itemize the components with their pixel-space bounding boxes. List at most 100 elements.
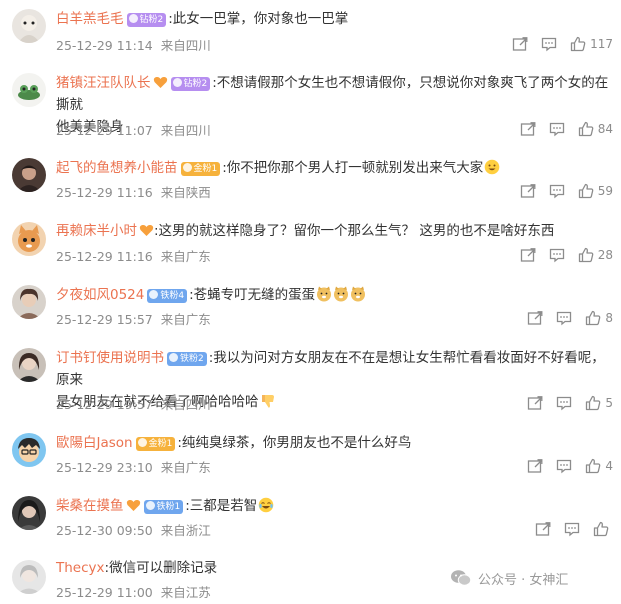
avatar[interactable] xyxy=(12,9,46,43)
comment-actions: 28 xyxy=(507,246,613,264)
share-icon[interactable] xyxy=(527,458,543,474)
share-icon[interactable] xyxy=(520,247,536,263)
username-link[interactable]: 订书钉使用说明书 xyxy=(56,350,164,366)
comment-icon[interactable] xyxy=(541,36,557,52)
username-link[interactable]: 再赖床半小时 xyxy=(56,223,137,239)
doge-emoji-icon xyxy=(351,286,366,302)
comment-icon[interactable] xyxy=(556,310,572,326)
wechat-icon xyxy=(451,570,472,586)
like-icon[interactable] xyxy=(585,458,601,474)
comment-actions: 117 xyxy=(499,35,613,53)
comment-icon[interactable] xyxy=(564,521,580,537)
comment-time: 25-12-29 11:07 xyxy=(56,123,153,138)
comment-text: :苍蝇专叮无缝的蛋蛋 xyxy=(189,287,316,303)
avatar[interactable] xyxy=(12,348,46,382)
comment-icon[interactable] xyxy=(556,458,572,474)
comment-actions: 5 xyxy=(514,394,613,412)
fan-badge: 钻粉2 xyxy=(126,13,167,27)
avatar[interactable] xyxy=(12,222,46,256)
like-count: 28 xyxy=(597,248,613,262)
like-count: 4 xyxy=(605,459,613,473)
comment-meta: 25-12-29 11:14 来自四川 xyxy=(56,35,211,54)
avatar[interactable] xyxy=(12,73,46,107)
comment-time: 25-12-29 11:16 xyxy=(56,185,153,200)
avatar[interactable] xyxy=(12,285,46,319)
comment-text: :微信可以删除记录 xyxy=(104,560,218,576)
username-link[interactable]: 夕夜如风0524 xyxy=(56,287,144,303)
comment-location: 来自广东 xyxy=(160,312,211,327)
medal-icon xyxy=(182,163,192,172)
share-icon[interactable] xyxy=(520,183,536,199)
like-icon[interactable] xyxy=(585,395,601,411)
comment-text: :这男的就这样隐身了？留你一个那么生气？ 这男的也不是啥好东西 xyxy=(154,223,555,239)
diamond-icon xyxy=(172,78,182,87)
comment-meta: 25-12-29 15:57 来自广东 xyxy=(56,309,211,328)
fan-badge: 金粉1 xyxy=(180,162,221,176)
share-icon[interactable] xyxy=(527,395,543,411)
like-count: 84 xyxy=(597,122,613,136)
diamond-icon xyxy=(128,14,138,23)
iron-fan-icon xyxy=(169,353,178,362)
iron-fan-icon xyxy=(145,501,155,510)
comment-icon[interactable] xyxy=(556,395,572,411)
avatar[interactable] xyxy=(12,560,46,594)
share-icon[interactable] xyxy=(520,121,536,137)
username-link[interactable]: Thecyx xyxy=(56,560,105,576)
watermark-text: 公众号 · 女神汇 xyxy=(478,572,569,588)
comment-location: 来自四川 xyxy=(160,123,211,138)
comment-body: 起飞的鱼想养小能苗 金粉1:你不把你那个男人打一顿就别发出来气大家 xyxy=(56,157,611,179)
username-link[interactable]: 白羊羔毛毛 xyxy=(56,11,124,27)
like-icon[interactable] xyxy=(570,36,586,52)
avatar[interactable] xyxy=(12,496,46,530)
comment-location: 来自陕西 xyxy=(160,185,211,200)
like-icon[interactable] xyxy=(578,247,594,263)
like-count: 117 xyxy=(590,37,613,51)
medal-icon xyxy=(137,438,147,447)
comment-meta: 25-12-29 11:16 来自陕西 xyxy=(56,182,211,201)
share-icon[interactable] xyxy=(527,310,543,326)
share-icon[interactable] xyxy=(512,36,528,52)
like-icon[interactable] xyxy=(593,521,609,537)
iron-fan-icon xyxy=(149,290,159,299)
comment-actions: 4 xyxy=(514,457,613,475)
comment-meta: 25-12-29 11:07 来自四川 xyxy=(56,120,211,139)
comment-icon[interactable] xyxy=(549,183,565,199)
comment-location: 来自江苏 xyxy=(160,585,211,600)
like-count: 59 xyxy=(597,184,613,198)
watermark: 公众号 · 女神汇 xyxy=(450,568,568,588)
username-link[interactable]: 歐陽白Jason xyxy=(56,435,133,451)
fan-badge: 金粉1 xyxy=(135,437,176,451)
comment-meta: 25-12-29 11:16 来自广东 xyxy=(56,246,211,265)
avatar[interactable] xyxy=(12,433,46,467)
like-icon[interactable] xyxy=(578,183,594,199)
fan-heart-icon xyxy=(139,224,154,236)
like-icon[interactable] xyxy=(585,310,601,326)
laugh-cry-emoji-icon xyxy=(258,497,274,513)
username-link[interactable]: 起飞的鱼想养小能苗 xyxy=(56,160,178,176)
comment-body: 柴桑在摸鱼 铁粉1:三都是若智 xyxy=(56,495,611,517)
comment-actions: 59 xyxy=(507,182,613,200)
comment-time: 25-12-29 23:10 xyxy=(56,460,153,475)
comment-location: 来自浙江 xyxy=(160,523,211,538)
comment-actions: 84 xyxy=(507,120,613,138)
comment-time: 25-12-29 11:00 xyxy=(56,585,153,600)
comment-icon[interactable] xyxy=(549,121,565,137)
username-link[interactable]: 柴桑在摸鱼 xyxy=(56,498,124,514)
comment-text: :三都是若智 xyxy=(185,498,258,514)
comment-body: 夕夜如风0524 铁粉4:苍蝇专叮无缝的蛋蛋 xyxy=(56,284,611,306)
comment-time: 25-12-30 09:50 xyxy=(56,523,153,538)
comment-icon[interactable] xyxy=(549,247,565,263)
comment-body: 白羊羔毛毛 钻粉2:此女一巴掌，你对象也一巴掌 xyxy=(56,8,611,30)
fan-badge: 铁粉2 xyxy=(167,352,207,366)
comment-actions: 8 xyxy=(514,309,613,327)
grin-emoji-icon xyxy=(484,159,500,175)
comment-body: 再赖床半小时 :这男的就这样隐身了？留你一个那么生气？ 这男的也不是啥好东西 xyxy=(56,220,611,242)
comment-text: :你不把你那个男人打一顿就别发出来气大家 xyxy=(222,160,484,176)
fan-heart-icon xyxy=(153,76,167,88)
like-icon[interactable] xyxy=(578,121,594,137)
share-icon[interactable] xyxy=(535,521,551,537)
fan-heart-icon xyxy=(126,499,140,511)
fan-badge: 铁粉1 xyxy=(143,500,184,514)
username-link[interactable]: 猪镇汪汪队队长 xyxy=(56,75,151,91)
avatar[interactable] xyxy=(12,158,46,192)
